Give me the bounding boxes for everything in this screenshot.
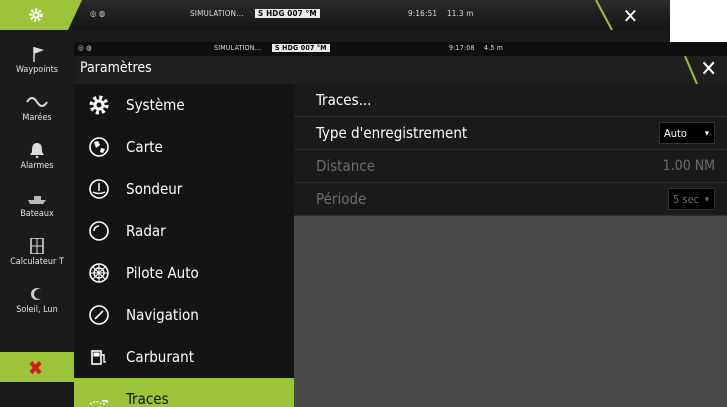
page-title: Paramètres xyxy=(80,60,152,76)
heading-readout: S HDG 007 °M xyxy=(255,9,320,18)
sidebar-item-label: Alarmes xyxy=(20,161,54,171)
section-header[interactable]: Traces... xyxy=(294,84,727,117)
divider-slash-icon xyxy=(684,56,698,84)
sidebar-item-label: Soleil, Lun xyxy=(16,305,58,315)
chevron-down-icon: ▾ xyxy=(704,129,709,139)
settings-menu: Système Carte Sondeur Radar Pilote Auto … xyxy=(74,84,294,407)
menu-item-sonar[interactable]: Sondeur xyxy=(74,168,294,210)
recording-type-dropdown[interactable]: Auto ▾ xyxy=(659,122,715,144)
settings-tab[interactable] xyxy=(0,0,82,30)
setting-row-distance[interactable]: Distance 1.00 NM xyxy=(294,150,727,183)
sidebar-item-label: Waypoints xyxy=(15,65,59,75)
sidebar: Waypoints Marées Alarmes Bateaux Calcula… xyxy=(0,30,74,407)
sidebar-item-label: Marées xyxy=(22,113,52,123)
settings-list: Traces... Type d'enregistrement Auto ▾ D… xyxy=(294,84,727,216)
menu-item-trails[interactable]: Traces xyxy=(74,378,294,407)
menu-item-autopilot[interactable]: Pilote Auto xyxy=(74,252,294,294)
sidebar-item-label: Calculateur T xyxy=(10,257,64,267)
menu-item-chart[interactable]: Carte xyxy=(74,126,294,168)
menu-item-radar[interactable]: Radar xyxy=(74,210,294,252)
sidebar-item-alarms[interactable]: Alarmes xyxy=(0,142,74,171)
close-icon: ✕ xyxy=(622,4,638,28)
setting-row-recording-type[interactable]: Type d'enregistrement Auto ▾ xyxy=(294,117,727,150)
sidebar-item-tides[interactable]: Marées xyxy=(0,94,74,123)
fuel-icon xyxy=(91,350,106,365)
calculator-icon xyxy=(30,238,44,254)
clock: 9:17:08 xyxy=(449,44,475,52)
close-icon: ✕ xyxy=(700,57,717,82)
trail-icon xyxy=(89,400,109,405)
dialog-header: Paramètres xyxy=(74,56,727,84)
sidebar-item-sun-moon[interactable]: Soleil, Lun xyxy=(0,286,74,315)
range-readout: 11.3 m xyxy=(447,9,474,18)
sidebar-item-boats[interactable]: Bateaux xyxy=(0,190,74,219)
bell-icon xyxy=(30,143,44,158)
flag-icon xyxy=(33,47,44,62)
section-title: Traces... xyxy=(316,91,372,109)
close-button[interactable]: ✕ xyxy=(592,0,652,30)
close-button[interactable]: ✕ xyxy=(683,56,727,84)
menu-item-system[interactable]: Système xyxy=(74,84,294,126)
wheel-icon xyxy=(89,263,109,283)
sidebar-item-label: Bateaux xyxy=(20,209,54,219)
menu-item-fuel[interactable]: Carburant xyxy=(74,336,294,378)
simulation-status: SIMULATION... xyxy=(190,9,244,18)
gps-icon: ◎ ◍ xyxy=(78,44,92,52)
boat-icon xyxy=(28,196,46,204)
period-dropdown[interactable]: 5 sec ▾ xyxy=(668,188,715,210)
chevron-down-icon: ▾ xyxy=(704,195,709,205)
sun-moon-icon xyxy=(31,288,44,300)
clock: 9:16:51 xyxy=(408,9,438,18)
simulation-status: SIMULATION... xyxy=(214,44,262,52)
gear-icon xyxy=(29,8,43,22)
settings-dialog: ◎ ◍ SIMULATION... S HDG 007 °M 9:17:08 4… xyxy=(74,42,727,407)
sidebar-item-calculator[interactable]: Calculateur T xyxy=(0,238,74,267)
menu-item-navigation[interactable]: Navigation xyxy=(74,294,294,336)
status-bar: ◎ ◍ SIMULATION... S HDG 007 °M 9:17:08 4… xyxy=(74,42,727,56)
distance-value: 1.00 NM xyxy=(662,158,715,174)
setting-row-period[interactable]: Période 5 sec ▾ xyxy=(294,183,727,216)
close-red-icon: ✖ xyxy=(28,356,44,380)
range-readout: 4.5 m xyxy=(484,44,504,52)
status-bar: ◎ ◍ SIMULATION... S HDG 007 °M 9:16:51 1… xyxy=(0,0,670,30)
sidebar-item-waypoints[interactable]: Waypoints xyxy=(0,46,74,75)
settings-panel: Traces... Type d'enregistrement Auto ▾ D… xyxy=(294,84,727,407)
globe-icon xyxy=(89,137,109,157)
gear-icon xyxy=(89,95,109,115)
divider-slash-icon xyxy=(595,0,613,30)
compass-icon xyxy=(89,305,109,325)
wave-icon xyxy=(26,97,48,107)
radar-icon xyxy=(89,221,109,241)
gps-icon: ◎ ◍ xyxy=(90,9,106,18)
heading-readout: S HDG 007 °M xyxy=(272,44,330,52)
sonar-icon xyxy=(89,179,109,199)
